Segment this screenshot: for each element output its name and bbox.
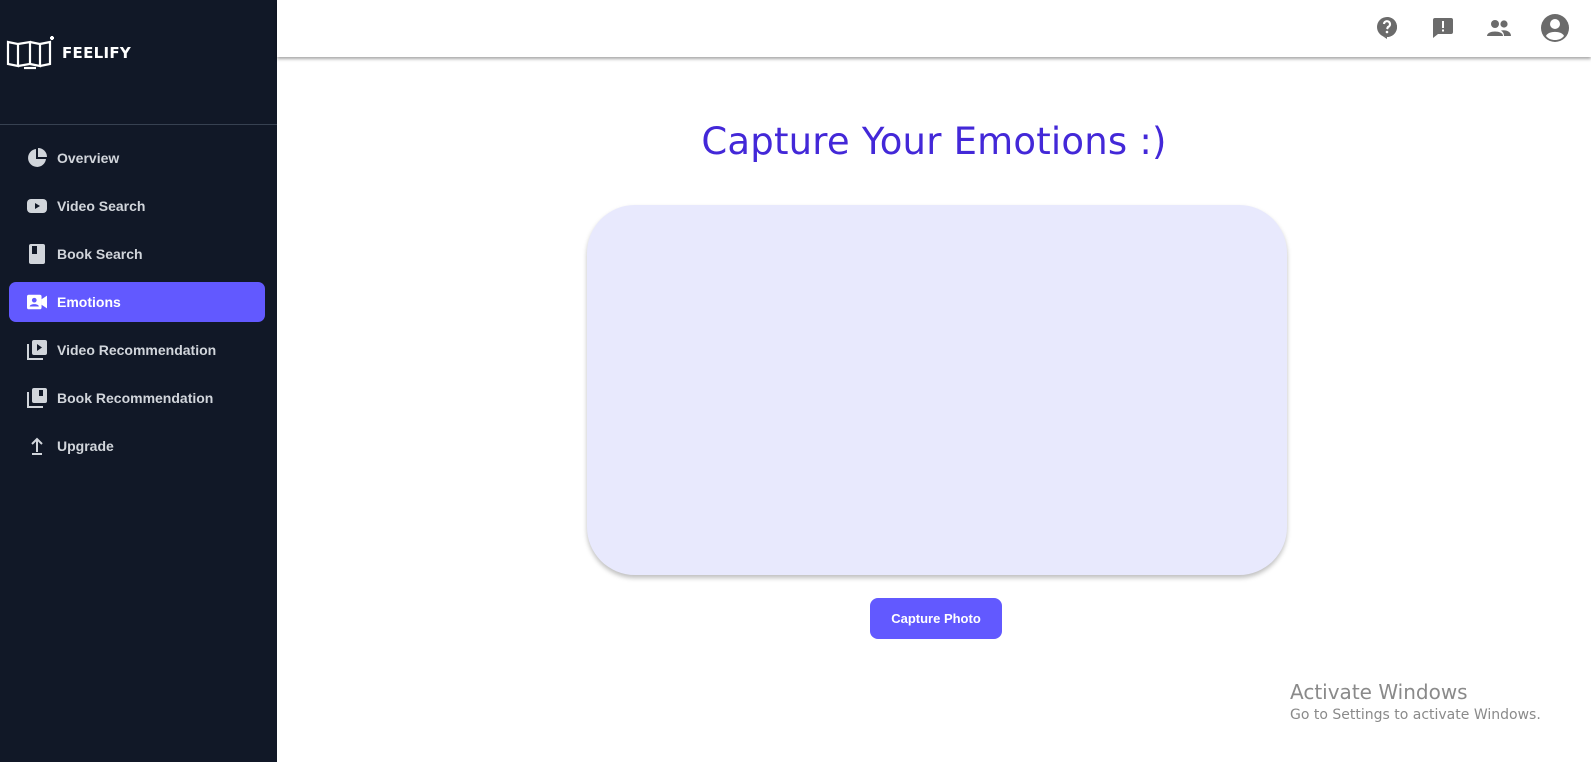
- watermark-title: Activate Windows: [1290, 680, 1468, 704]
- sidebar-nav: Overview Video Search Book Search Emotio…: [9, 138, 265, 474]
- sidebar-item-video-search[interactable]: Video Search: [9, 186, 265, 226]
- sidebar-item-label: Book Search: [57, 246, 143, 262]
- sidebar-item-label: Emotions: [57, 294, 121, 310]
- topbar-icons: [1349, 10, 1573, 46]
- topbar: [277, 0, 1591, 57]
- pie-chart-icon: [27, 148, 47, 168]
- video-library-icon: [27, 340, 47, 360]
- brand-name: FEELIFY: [62, 44, 132, 62]
- sidebar-item-book-recommendation[interactable]: Book Recommendation: [9, 378, 265, 418]
- contact-video-icon: [27, 292, 47, 312]
- account-icon[interactable]: [1537, 10, 1573, 46]
- sidebar-item-label: Upgrade: [57, 438, 114, 454]
- windows-activation-watermark: Activate Windows Go to Settings to activ…: [1290, 680, 1541, 723]
- sidebar-item-label: Book Recommendation: [57, 390, 214, 406]
- page-title: Capture Your Emotions :): [701, 120, 1167, 163]
- app-root: FEELIFY Overview Video Search Book Searc…: [0, 0, 1591, 762]
- sidebar-divider: [0, 124, 277, 125]
- people-icon[interactable]: [1481, 10, 1517, 46]
- sidebar-item-label: Video Search: [57, 198, 146, 214]
- sidebar-item-upgrade[interactable]: Upgrade: [9, 426, 265, 466]
- sidebar-item-label: Video Recommendation: [57, 342, 217, 358]
- sidebar: FEELIFY Overview Video Search Book Searc…: [0, 0, 277, 762]
- upload-arrow-icon: [27, 436, 47, 456]
- sidebar-item-book-search[interactable]: Book Search: [9, 234, 265, 274]
- book-screen-logo-icon: [6, 36, 56, 70]
- watermark-subtitle: Go to Settings to activate Windows.: [1290, 707, 1541, 723]
- sidebar-item-label: Overview: [57, 150, 120, 166]
- book-icon: [27, 244, 47, 264]
- youtube-icon: [27, 196, 47, 216]
- camera-preview: [587, 205, 1287, 575]
- brand-logo[interactable]: FEELIFY: [6, 36, 131, 70]
- capture-photo-button[interactable]: Capture Photo: [870, 598, 1002, 639]
- sidebar-item-video-recommendation[interactable]: Video Recommendation: [9, 330, 265, 370]
- library-books-icon: [27, 388, 47, 408]
- sidebar-item-overview[interactable]: Overview: [9, 138, 265, 178]
- feedback-icon[interactable]: [1425, 10, 1461, 46]
- help-icon[interactable]: [1369, 10, 1405, 46]
- sidebar-item-emotions[interactable]: Emotions: [9, 282, 265, 322]
